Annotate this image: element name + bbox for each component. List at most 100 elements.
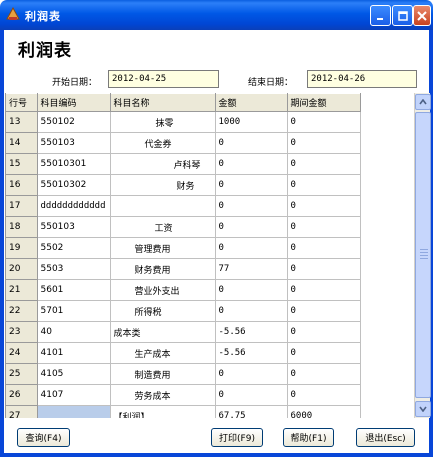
table-row[interactable]: 23 40 成本类 -5.56 0 <box>6 321 361 343</box>
account-code-cell[interactable]: 5502 <box>37 237 111 259</box>
start-date-label: 开始日期： <box>52 78 98 88</box>
end-date-field[interactable]: 2012-04-26 <box>307 70 417 88</box>
table-row[interactable]: 24 4101 生产成本 -5.56 0 <box>6 342 361 364</box>
amount-cell[interactable]: 0 <box>215 216 288 238</box>
account-name-cell[interactable]: 营业外支出 <box>110 279 216 301</box>
period-amount-cell[interactable]: 0 <box>287 111 361 133</box>
amount-cell[interactable]: -5.56 <box>215 321 288 343</box>
period-amount-cell[interactable]: 6000 <box>287 405 361 418</box>
amount-cell[interactable]: 0 <box>215 384 288 406</box>
column-header-name[interactable]: 科目名称 <box>110 93 216 112</box>
amount-cell[interactable]: 0 <box>215 300 288 322</box>
period-amount-cell[interactable]: 0 <box>287 300 361 322</box>
account-code-cell[interactable] <box>37 405 111 418</box>
vertical-scrollbar[interactable] <box>414 93 431 418</box>
period-amount-cell[interactable]: 0 <box>287 195 361 217</box>
exit-button[interactable]: 退出(Esc) <box>356 428 415 447</box>
table-row[interactable]: 15 55010301 卢科琴 0 0 <box>6 153 361 175</box>
table-row[interactable]: 26 4107 劳务成本 0 0 <box>6 384 361 406</box>
period-amount-cell[interactable]: 0 <box>287 384 361 406</box>
account-code-cell[interactable]: 55010302 <box>37 174 111 196</box>
period-amount-cell[interactable]: 0 <box>287 237 361 259</box>
period-amount-cell[interactable]: 0 <box>287 363 361 385</box>
table-row[interactable]: 22 5701 所得税 0 0 <box>6 300 361 322</box>
app-icon <box>6 7 20 20</box>
start-date-field[interactable]: 2012-04-25 <box>108 70 219 88</box>
account-name-cell[interactable]: 制造费用 <box>110 363 216 385</box>
account-code-cell[interactable]: 5701 <box>37 300 111 322</box>
table-row[interactable]: 20 5503 财务费用 77 0 <box>6 258 361 280</box>
table-row[interactable]: 16 55010302 财务 0 0 <box>6 174 361 196</box>
account-code-cell[interactable]: 550102 <box>37 111 111 133</box>
account-code-cell[interactable]: 550103 <box>37 216 111 238</box>
account-name-cell[interactable]: 卢科琴 <box>110 153 216 175</box>
account-name-cell[interactable]: 成本类 <box>110 321 216 343</box>
account-name-cell[interactable]: 所得税 <box>110 300 216 322</box>
account-code-cell[interactable]: 4101 <box>37 342 111 364</box>
column-header-code[interactable]: 科目编码 <box>37 93 111 112</box>
row-number: 19 <box>6 237 38 259</box>
account-code-cell[interactable]: 5503 <box>37 258 111 280</box>
account-code-cell[interactable]: 550103 <box>37 132 111 154</box>
amount-cell[interactable]: 67.75 <box>215 405 288 418</box>
help-button[interactable]: 帮助(F1) <box>283 428 334 447</box>
scroll-up-button[interactable] <box>415 94 431 110</box>
account-name-cell[interactable]: 代金券 <box>110 132 216 154</box>
period-amount-cell[interactable]: 0 <box>287 342 361 364</box>
period-amount-cell[interactable]: 0 <box>287 258 361 280</box>
close-button[interactable] <box>413 5 431 26</box>
amount-cell[interactable]: 0 <box>215 363 288 385</box>
print-button[interactable]: 打印(F9) <box>211 428 263 447</box>
table-header-row: 行号 科目编码 科目名称 金额 期间金额 <box>6 93 361 112</box>
amount-cell[interactable]: 0 <box>215 237 288 259</box>
scroll-down-button[interactable] <box>415 401 431 417</box>
account-code-cell[interactable]: dddddddddddd <box>37 195 111 217</box>
maximize-icon <box>397 10 408 21</box>
account-name-cell[interactable]: 【利润】 <box>110 405 216 418</box>
period-amount-cell[interactable]: 0 <box>287 279 361 301</box>
table-row[interactable]: 14 550103 代金券 0 0 <box>6 132 361 154</box>
amount-cell[interactable]: 0 <box>215 195 288 217</box>
table-row[interactable]: 13 550102 抹零 1000 0 <box>6 111 361 133</box>
column-header-row-no[interactable]: 行号 <box>6 93 38 112</box>
account-name-cell[interactable]: 管理费用 <box>110 237 216 259</box>
amount-cell[interactable]: 0 <box>215 174 288 196</box>
query-button[interactable]: 查询(F4) <box>17 428 70 447</box>
period-amount-cell[interactable]: 0 <box>287 132 361 154</box>
period-amount-cell[interactable]: 0 <box>287 321 361 343</box>
column-header-period-amount[interactable]: 期间金额 <box>287 93 361 112</box>
account-name-cell[interactable]: 劳务成本 <box>110 384 216 406</box>
grip-line <box>420 249 428 250</box>
account-name-cell[interactable]: 财务 <box>110 174 216 196</box>
table-row[interactable]: 17 dddddddddddd 0 0 <box>6 195 361 217</box>
table-row[interactable]: 18 550103 工资 0 0 <box>6 216 361 238</box>
amount-cell[interactable]: 1000 <box>215 111 288 133</box>
table-row[interactable]: 27 【利润】 67.75 6000 <box>6 405 361 418</box>
maximize-button[interactable] <box>392 5 413 26</box>
account-name-cell[interactable]: 生产成本 <box>110 342 216 364</box>
period-amount-cell[interactable]: 0 <box>287 153 361 175</box>
column-header-amount[interactable]: 金额 <box>215 93 288 112</box>
account-name-cell[interactable]: 财务费用 <box>110 258 216 280</box>
table-row[interactable]: 21 5601 营业外支出 0 0 <box>6 279 361 301</box>
profit-grid[interactable]: 行号 科目编码 科目名称 金额 期间金额 13 550102 抹零 1000 0… <box>5 93 414 418</box>
account-code-cell[interactable]: 55010301 <box>37 153 111 175</box>
table-row[interactable]: 25 4105 制造费用 0 0 <box>6 363 361 385</box>
amount-cell[interactable]: 77 <box>215 258 288 280</box>
account-name-cell[interactable] <box>110 195 216 217</box>
account-name-cell[interactable]: 工资 <box>110 216 216 238</box>
account-name-cell[interactable]: 抹零 <box>110 111 216 133</box>
account-code-cell[interactable]: 5601 <box>37 279 111 301</box>
account-code-cell[interactable]: 4105 <box>37 363 111 385</box>
scrollbar-thumb[interactable] <box>415 112 431 398</box>
account-code-cell[interactable]: 40 <box>37 321 111 343</box>
account-code-cell[interactable]: 4107 <box>37 384 111 406</box>
amount-cell[interactable]: 0 <box>215 132 288 154</box>
period-amount-cell[interactable]: 0 <box>287 216 361 238</box>
period-amount-cell[interactable]: 0 <box>287 174 361 196</box>
amount-cell[interactable]: 0 <box>215 279 288 301</box>
amount-cell[interactable]: -5.56 <box>215 342 288 364</box>
minimize-button[interactable] <box>370 5 391 26</box>
amount-cell[interactable]: 0 <box>215 153 288 175</box>
table-row[interactable]: 19 5502 管理费用 0 0 <box>6 237 361 259</box>
